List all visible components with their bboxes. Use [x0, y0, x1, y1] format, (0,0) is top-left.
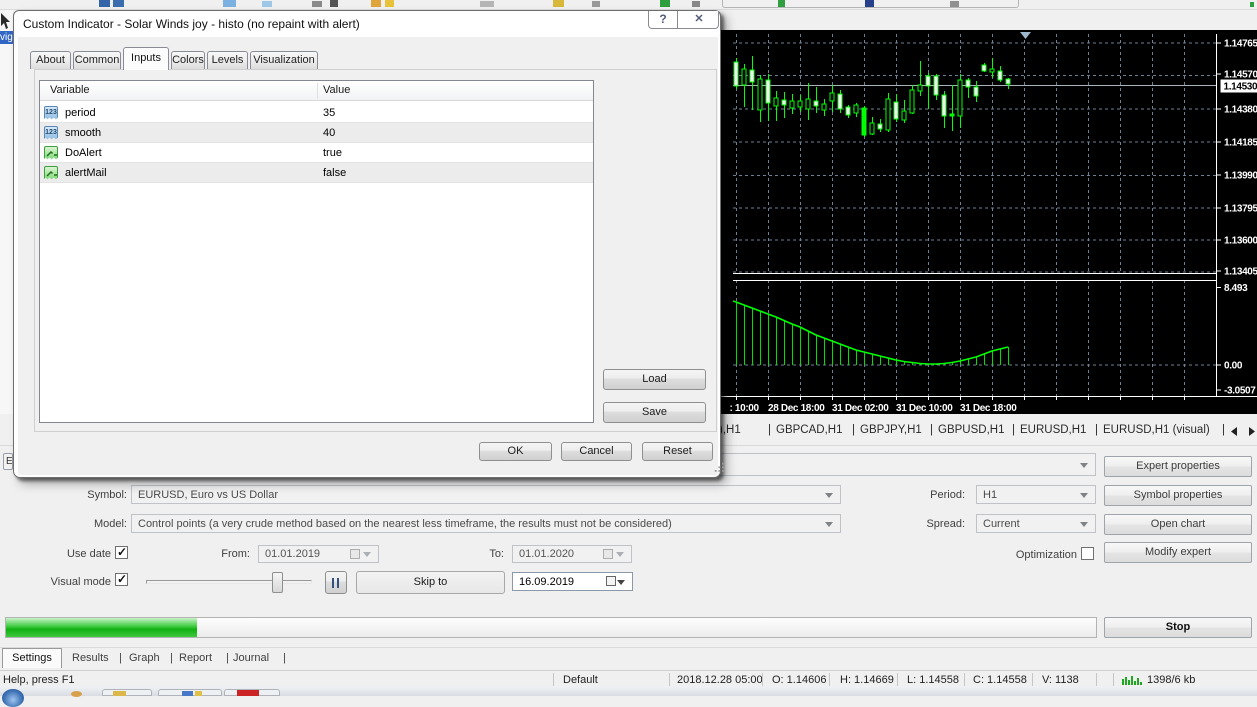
svg-text:1.13600: 1.13600 [1224, 236, 1257, 247]
svg-text:8.493: 8.493 [1224, 283, 1248, 294]
svg-text:1.13795: 1.13795 [1224, 204, 1257, 215]
svg-text:1.13405: 1.13405 [1224, 267, 1257, 278]
svg-text:-3.0507: -3.0507 [1224, 386, 1256, 397]
svg-text:1.14530: 1.14530 [1224, 82, 1257, 93]
svg-text:31 Dec 02:00: 31 Dec 02:00 [832, 403, 889, 414]
svg-text:31 Dec 18:00: 31 Dec 18:00 [960, 403, 1017, 414]
svg-text:0.00: 0.00 [1224, 361, 1243, 372]
svg-text:1.14765: 1.14765 [1224, 39, 1257, 50]
svg-text:28 Dec 18:00: 28 Dec 18:00 [768, 403, 825, 414]
svg-text:31 Dec 10:00: 31 Dec 10:00 [896, 403, 953, 414]
svg-text:1.14570: 1.14570 [1224, 70, 1257, 81]
svg-text:1.14185: 1.14185 [1224, 138, 1257, 149]
svg-text:1.14380: 1.14380 [1224, 105, 1257, 116]
svg-text:1.13990: 1.13990 [1224, 171, 1257, 182]
svg-text:: 10:00: : 10:00 [730, 403, 760, 414]
